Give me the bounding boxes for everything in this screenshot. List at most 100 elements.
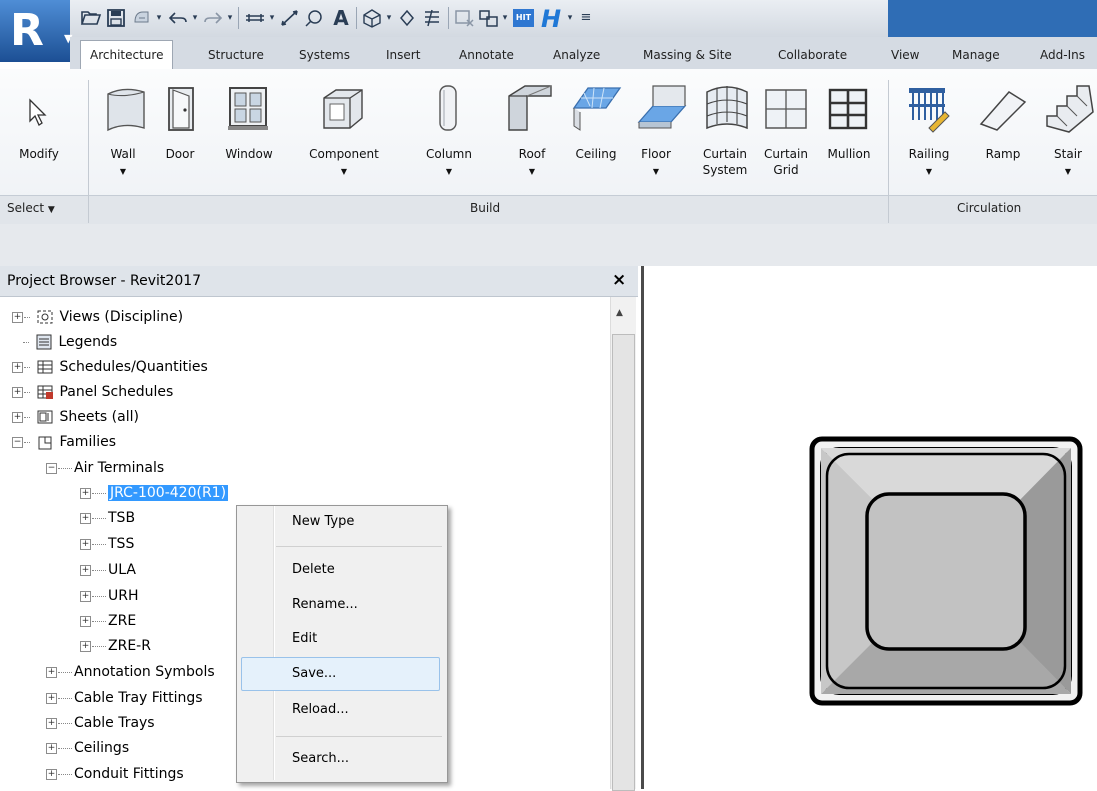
scroll-up-icon[interactable]: ▲ <box>616 308 623 318</box>
tree-item-urh[interactable]: + URH <box>80 584 139 609</box>
tree-item-conduit-fittings[interactable]: + Conduit Fittings <box>46 762 184 787</box>
tree-item-tss[interactable]: + TSS <box>80 532 134 557</box>
thin-lines-icon[interactable] <box>421 8 443 28</box>
tree-item-tsb[interactable]: + TSB <box>80 506 135 531</box>
tree-item-panel-schedules[interactable]: + Panel Schedules <box>12 380 173 405</box>
expand-icon[interactable]: + <box>46 692 57 704</box>
tree-item-zre-r[interactable]: + ZRE-R <box>80 634 151 659</box>
menu-item-reload[interactable]: Reload... <box>292 702 349 717</box>
wall-button[interactable] <box>100 82 150 134</box>
sync-icon[interactable] <box>131 8 153 28</box>
expand-icon[interactable]: + <box>46 768 57 780</box>
tab-view[interactable]: View <box>891 43 919 67</box>
ramp-button[interactable] <box>977 82 1029 134</box>
tree-item-ula[interactable]: + ULA <box>80 558 136 583</box>
tab-insert[interactable]: Insert <box>386 43 420 67</box>
chevron-down-icon[interactable]: ▾ <box>384 8 394 28</box>
chevron-down-icon[interactable]: ▾ <box>190 8 200 28</box>
customize-icon[interactable]: ≡ <box>580 8 592 28</box>
menu-item-delete[interactable]: Delete <box>292 562 335 577</box>
tree-item-schedules[interactable]: + Schedules/Quantities <box>12 355 208 380</box>
close-hidden-icon[interactable] <box>454 8 476 28</box>
tree-item-jrc-100-420[interactable]: + JRC-100-420(R1) <box>80 481 229 506</box>
chevron-down-icon[interactable]: ▾ <box>267 8 277 28</box>
scrollbar-thumb[interactable] <box>612 334 635 791</box>
mullion-label: Mullion <box>827 147 871 161</box>
tree-item-families[interactable]: − Families <box>12 430 116 455</box>
menu-item-edit[interactable]: Edit <box>292 631 317 646</box>
expand-icon[interactable]: + <box>46 666 57 678</box>
application-menu-button[interactable]: R ▼ <box>0 0 72 62</box>
collapse-icon[interactable]: − <box>12 436 23 448</box>
menu-item-rename[interactable]: Rename... <box>292 597 358 612</box>
tab-massing-site[interactable]: Massing & Site <box>643 43 732 67</box>
chevron-down-icon[interactable]: ▾ <box>225 8 235 28</box>
tree-item-legends[interactable]: Legends <box>12 330 117 355</box>
tree-item-ceilings[interactable]: + Ceilings <box>46 736 129 761</box>
expand-icon[interactable]: + <box>12 311 23 323</box>
measure-icon[interactable] <box>244 8 266 28</box>
close-icon[interactable]: × <box>612 270 626 290</box>
tree-item-cable-tray-fittings[interactable]: + Cable Tray Fittings <box>46 686 203 711</box>
select-panel-dropdown[interactable]: Select ▼ <box>7 201 55 215</box>
component-button[interactable] <box>318 82 368 134</box>
expand-icon[interactable]: + <box>46 717 57 729</box>
menu-item-save[interactable]: Save... <box>292 666 336 681</box>
tab-architecture[interactable]: Architecture <box>80 40 174 70</box>
switch-windows-icon[interactable] <box>478 8 500 28</box>
expand-icon[interactable]: + <box>12 386 23 398</box>
curtain-system-button[interactable] <box>703 82 751 134</box>
door-button[interactable] <box>163 82 199 134</box>
chevron-down-icon[interactable]: ▾ <box>500 8 510 28</box>
collapse-icon[interactable]: − <box>46 462 57 474</box>
stair-button[interactable] <box>1043 82 1097 134</box>
mullion-button[interactable] <box>826 82 870 134</box>
expand-icon[interactable]: + <box>80 512 91 524</box>
h-icon[interactable]: H <box>541 5 561 33</box>
hit-icon[interactable]: HIT <box>513 9 534 27</box>
tree-item-zre[interactable]: + ZRE <box>80 609 136 634</box>
expand-icon[interactable]: + <box>80 564 91 576</box>
tree-item-sheets[interactable]: + Sheets (all) <box>12 405 139 430</box>
drawing-area[interactable] <box>644 266 1097 789</box>
dimension-icon[interactable] <box>279 8 301 28</box>
menu-item-search[interactable]: Search... <box>292 751 349 766</box>
chevron-down-icon[interactable]: ▾ <box>154 8 164 28</box>
menu-item-new-type[interactable]: New Type <box>292 514 354 529</box>
tab-analyze[interactable]: Analyze <box>553 43 600 67</box>
tab-add-ins[interactable]: Add-Ins <box>1040 43 1085 67</box>
undo-icon[interactable] <box>167 8 189 28</box>
tab-annotate[interactable]: Annotate <box>459 43 514 67</box>
redo-icon[interactable] <box>202 8 224 28</box>
save-icon[interactable] <box>106 8 126 28</box>
expand-icon[interactable]: + <box>80 640 91 652</box>
window-button[interactable] <box>226 82 270 134</box>
roof-button[interactable] <box>505 82 555 134</box>
tag-icon[interactable] <box>303 8 325 28</box>
open-icon[interactable] <box>80 8 102 28</box>
chevron-down-icon[interactable]: ▾ <box>565 8 575 28</box>
tree-item-annotation-symbols[interactable]: + Annotation Symbols <box>46 660 215 685</box>
section-icon[interactable] <box>396 8 418 28</box>
column-button[interactable] <box>428 82 468 134</box>
ceiling-button[interactable] <box>570 82 624 134</box>
tab-systems[interactable]: Systems <box>299 43 350 67</box>
text-icon[interactable]: A <box>330 8 352 28</box>
expand-icon[interactable]: + <box>12 361 23 373</box>
tab-manage[interactable]: Manage <box>952 43 1000 67</box>
tree-item-cable-trays[interactable]: + Cable Trays <box>46 711 155 736</box>
expand-icon[interactable]: + <box>46 742 57 754</box>
floor-button[interactable] <box>635 82 689 134</box>
tree-item-air-terminals[interactable]: − Air Terminals <box>46 456 164 481</box>
expand-icon[interactable]: + <box>80 615 91 627</box>
expand-icon[interactable]: + <box>80 590 91 602</box>
tree-item-views[interactable]: + Views (Discipline) <box>12 305 183 330</box>
tab-collaborate[interactable]: Collaborate <box>778 43 847 67</box>
curtain-grid-button[interactable] <box>762 82 810 134</box>
expand-icon[interactable]: + <box>12 411 23 423</box>
3d-view-icon[interactable] <box>361 8 383 28</box>
expand-icon[interactable]: + <box>80 538 91 550</box>
expand-icon[interactable]: + <box>80 487 91 499</box>
tab-structure[interactable]: Structure <box>208 43 264 67</box>
railing-button[interactable] <box>905 82 951 134</box>
